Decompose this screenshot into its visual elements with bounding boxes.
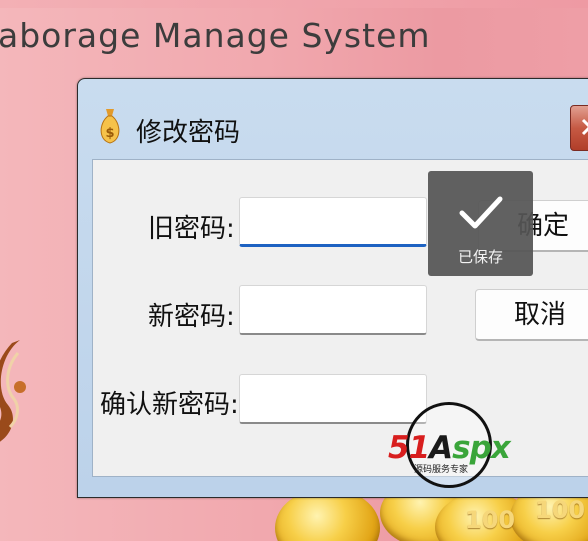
old-password-input[interactable] <box>239 197 427 247</box>
svg-text:$: $ <box>105 126 114 141</box>
close-icon <box>581 118 588 136</box>
app-title: aborage Manage System <box>0 16 431 55</box>
toast-message: 已保存 <box>457 248 503 266</box>
decorative-artwork <box>0 340 26 442</box>
saved-toast: 已保存 <box>428 171 533 276</box>
money-bag-icon: $ <box>100 109 120 144</box>
close-button[interactable] <box>570 105 588 151</box>
dialog-titlebar[interactable]: $ 修改密码 <box>78 79 588 151</box>
background-top-strip <box>0 0 588 8</box>
dialog-title: 修改密码 <box>136 118 241 148</box>
watermark-tagline: 源码服务专家 <box>414 465 469 475</box>
new-password-input[interactable] <box>239 285 427 335</box>
watermark-wordmark: 51Aspx <box>388 430 511 466</box>
confirm-password-label: 确认新密码: <box>100 390 239 420</box>
coin-label: 100 <box>465 506 516 534</box>
coin-label: 100 <box>535 496 586 524</box>
old-password-label: 旧密码: <box>148 214 235 244</box>
new-password-label: 新密码: <box>148 302 235 332</box>
check-icon <box>459 196 503 229</box>
cancel-button[interactable]: 取消 <box>475 289 588 341</box>
watermark-logo: 51Aspx 源码服务专家 <box>386 402 512 494</box>
